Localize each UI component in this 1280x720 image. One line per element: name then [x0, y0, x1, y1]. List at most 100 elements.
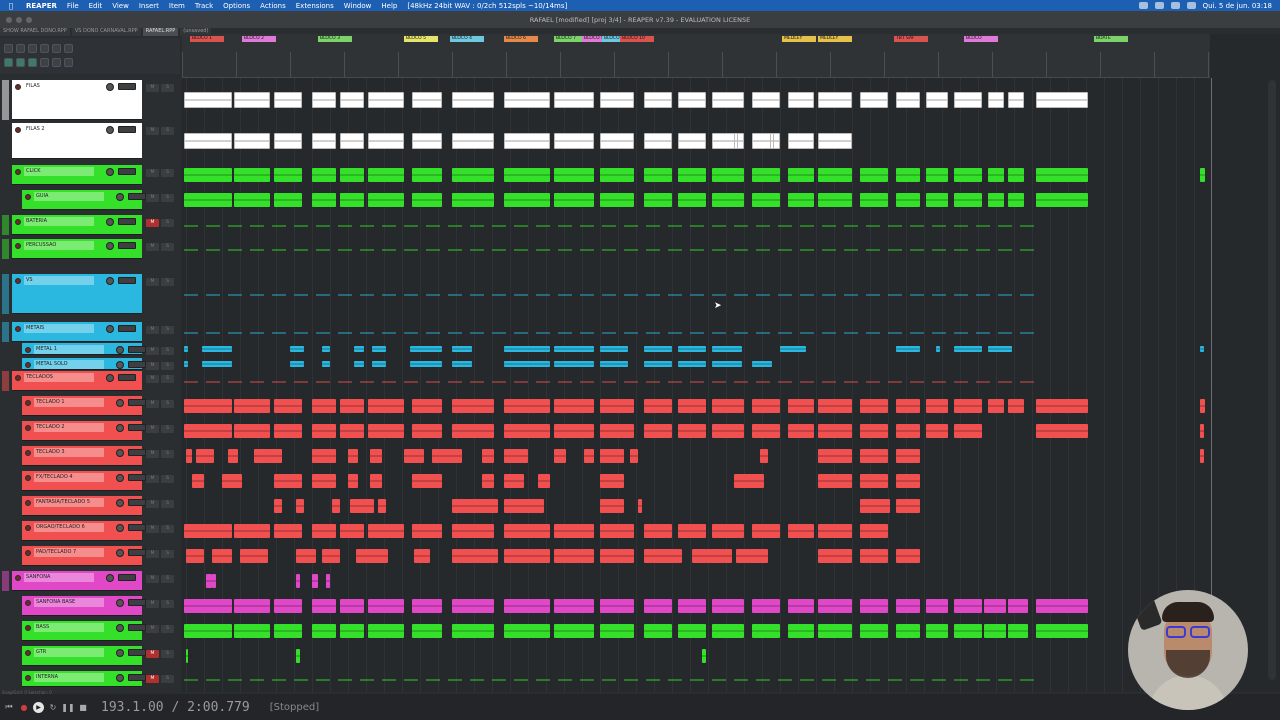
- fx-button[interactable]: [128, 524, 146, 531]
- media-item[interactable]: [896, 599, 920, 613]
- volume-knob[interactable]: [116, 674, 124, 682]
- volume-knob[interactable]: [106, 277, 114, 285]
- media-item[interactable]: [312, 599, 336, 613]
- media-item[interactable]: [274, 499, 282, 513]
- media-item[interactable]: [296, 649, 300, 663]
- media-item[interactable]: [818, 449, 852, 463]
- media-item[interactable]: [1036, 168, 1088, 182]
- media-item[interactable]: [370, 474, 382, 488]
- media-item[interactable]: [788, 524, 814, 538]
- media-item[interactable]: [312, 449, 336, 463]
- media-item[interactable]: [818, 624, 852, 638]
- media-item[interactable]: [860, 549, 888, 563]
- media-item[interactable]: [222, 474, 242, 488]
- fx-button[interactable]: [128, 674, 146, 681]
- record-arm-button[interactable]: [25, 425, 31, 431]
- track-name[interactable]: BATERIA: [24, 217, 94, 226]
- track-lane[interactable]: [182, 424, 1210, 438]
- media-item[interactable]: [354, 346, 364, 352]
- region-label[interactable]: BLOCO 5: [404, 36, 438, 42]
- media-item[interactable]: [184, 168, 232, 182]
- media-item[interactable]: [354, 361, 364, 367]
- track-name[interactable]: TECLADOS: [24, 373, 94, 382]
- media-item[interactable]: [630, 449, 638, 463]
- media-item[interactable]: [340, 133, 364, 149]
- media-item[interactable]: [600, 92, 634, 108]
- media-item[interactable]: [368, 624, 404, 638]
- media-item[interactable]: [788, 92, 814, 108]
- media-item[interactable]: [1036, 599, 1088, 613]
- media-item[interactable]: [254, 449, 282, 463]
- volume-knob[interactable]: [116, 599, 124, 607]
- media-item[interactable]: [600, 624, 634, 638]
- media-item[interactable]: [504, 499, 544, 513]
- fx-button[interactable]: [128, 346, 146, 353]
- media-item[interactable]: [712, 361, 742, 367]
- mute-button[interactable]: M: [146, 400, 159, 408]
- media-item[interactable]: [372, 346, 386, 352]
- media-item[interactable]: [1200, 346, 1204, 352]
- folder-indicator[interactable]: [2, 80, 9, 120]
- media-item[interactable]: [954, 424, 982, 438]
- media-item[interactable]: [678, 193, 706, 207]
- record-arm-button[interactable]: [25, 500, 31, 506]
- media-item[interactable]: [274, 599, 302, 613]
- record-arm-button[interactable]: [25, 194, 31, 200]
- media-item[interactable]: [936, 346, 940, 352]
- mute-button[interactable]: M: [146, 600, 159, 608]
- media-item[interactable]: [322, 549, 340, 563]
- track-name[interactable]: BASS: [34, 623, 104, 632]
- region-label[interactable]: BLOCO 4: [450, 36, 484, 42]
- solo-button[interactable]: S: [161, 278, 174, 286]
- media-item[interactable]: [954, 399, 982, 413]
- media-item[interactable]: [678, 168, 706, 182]
- solo-button[interactable]: S: [161, 675, 174, 683]
- solo-button[interactable]: S: [161, 375, 174, 383]
- track-panel[interactable]: TECLADO 3: [22, 446, 146, 466]
- solo-button[interactable]: S: [161, 575, 174, 583]
- media-item[interactable]: [678, 133, 706, 149]
- media-item[interactable]: [896, 92, 920, 108]
- mute-button[interactable]: M: [146, 375, 159, 383]
- media-item[interactable]: [184, 346, 188, 352]
- media-item[interactable]: [554, 524, 594, 538]
- track-panel[interactable]: ORGAO/TECLADO 6: [22, 521, 146, 541]
- solo-button[interactable]: S: [161, 450, 174, 458]
- solo-button[interactable]: S: [161, 650, 174, 658]
- grid-icon[interactable]: [4, 58, 13, 67]
- track-name[interactable]: ORGAO/TECLADO 6: [34, 523, 104, 532]
- media-item[interactable]: [1008, 193, 1024, 207]
- media-item[interactable]: [818, 92, 852, 108]
- media-item[interactable]: [234, 599, 270, 613]
- media-item[interactable]: [452, 524, 494, 538]
- ripple-icon[interactable]: [28, 58, 37, 67]
- play-button[interactable]: ▶: [33, 701, 44, 713]
- menu-help[interactable]: Help: [381, 2, 397, 10]
- solo-button[interactable]: S: [161, 625, 174, 633]
- record-arm-button[interactable]: [15, 278, 21, 284]
- region-label[interactable]: TBT SAF: [894, 36, 928, 42]
- media-item[interactable]: [1200, 399, 1205, 413]
- region-label[interactable]: BLOCO 1: [190, 36, 224, 42]
- media-item[interactable]: [818, 399, 852, 413]
- media-item[interactable]: [600, 133, 634, 149]
- track-panel[interactable]: SANFONA: [12, 571, 142, 591]
- media-item[interactable]: [1200, 449, 1204, 463]
- media-item[interactable]: [370, 449, 382, 463]
- media-item[interactable]: [452, 168, 494, 182]
- menu-insert[interactable]: Insert: [139, 2, 159, 10]
- region-label[interactable]: BLOCO 3: [318, 36, 352, 42]
- media-item[interactable]: [312, 624, 336, 638]
- media-item[interactable]: [234, 399, 270, 413]
- media-item[interactable]: [818, 193, 852, 207]
- folder-indicator[interactable]: [2, 215, 9, 235]
- snap-icon[interactable]: [16, 58, 25, 67]
- media-item[interactable]: [378, 499, 386, 513]
- media-item[interactable]: [770, 133, 774, 149]
- record-arm-button[interactable]: [25, 650, 31, 656]
- media-item[interactable]: [184, 424, 232, 438]
- media-item[interactable]: [860, 424, 888, 438]
- mute-button[interactable]: M: [146, 675, 159, 683]
- record-arm-button[interactable]: [25, 362, 31, 368]
- track-lane[interactable]: [182, 193, 1210, 207]
